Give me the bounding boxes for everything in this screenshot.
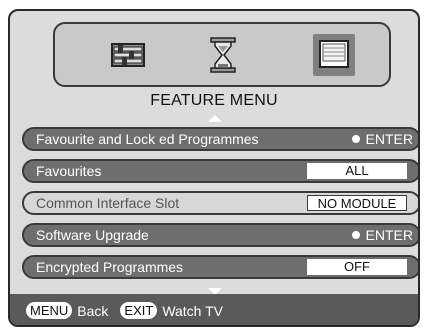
watch-tv-label: Watch TV (162, 302, 223, 319)
enter-indicator: ENTER (351, 227, 413, 243)
favourites-value[interactable]: ALL (307, 163, 407, 179)
settings-sliders-icon[interactable] (110, 36, 146, 74)
exit-key[interactable]: EXIT (120, 302, 158, 319)
common-interface-value: NO MODULE (307, 195, 407, 211)
menu-row-favourite-lock[interactable]: Favourite and Lock ed Programmes ENTER (22, 127, 418, 151)
hourglass-icon[interactable] (205, 36, 241, 74)
enter-label: ENTER (365, 227, 413, 243)
menu-key[interactable]: MENU (26, 302, 73, 319)
scroll-up-arrow-icon (208, 115, 222, 122)
feature-menu-panel: FEATURE MENU Favourite and Lock ed Progr… (8, 9, 420, 327)
footer-bar: MENU Back EXIT Watch TV (10, 294, 418, 325)
back-label: Back (77, 302, 109, 319)
enter-indicator: ENTER (351, 131, 413, 147)
menu-row-favourites[interactable]: Favourites ALL (22, 159, 418, 183)
menu-title: FEATURE MENU (150, 92, 278, 109)
bullet-icon (351, 231, 360, 239)
menu-row-encrypted-programmes[interactable]: Encrypted Programmes OFF (22, 255, 418, 279)
encrypted-programmes-value[interactable]: OFF (307, 259, 407, 275)
enter-label: ENTER (365, 131, 413, 147)
menu-icon-tray (53, 22, 391, 87)
tv-screen-icon[interactable] (313, 34, 355, 76)
bullet-icon (351, 135, 360, 143)
menu-row-software-upgrade[interactable]: Software Upgrade ENTER (22, 223, 418, 247)
menu-row-common-interface[interactable]: Common Interface Slot NO MODULE (22, 191, 418, 215)
